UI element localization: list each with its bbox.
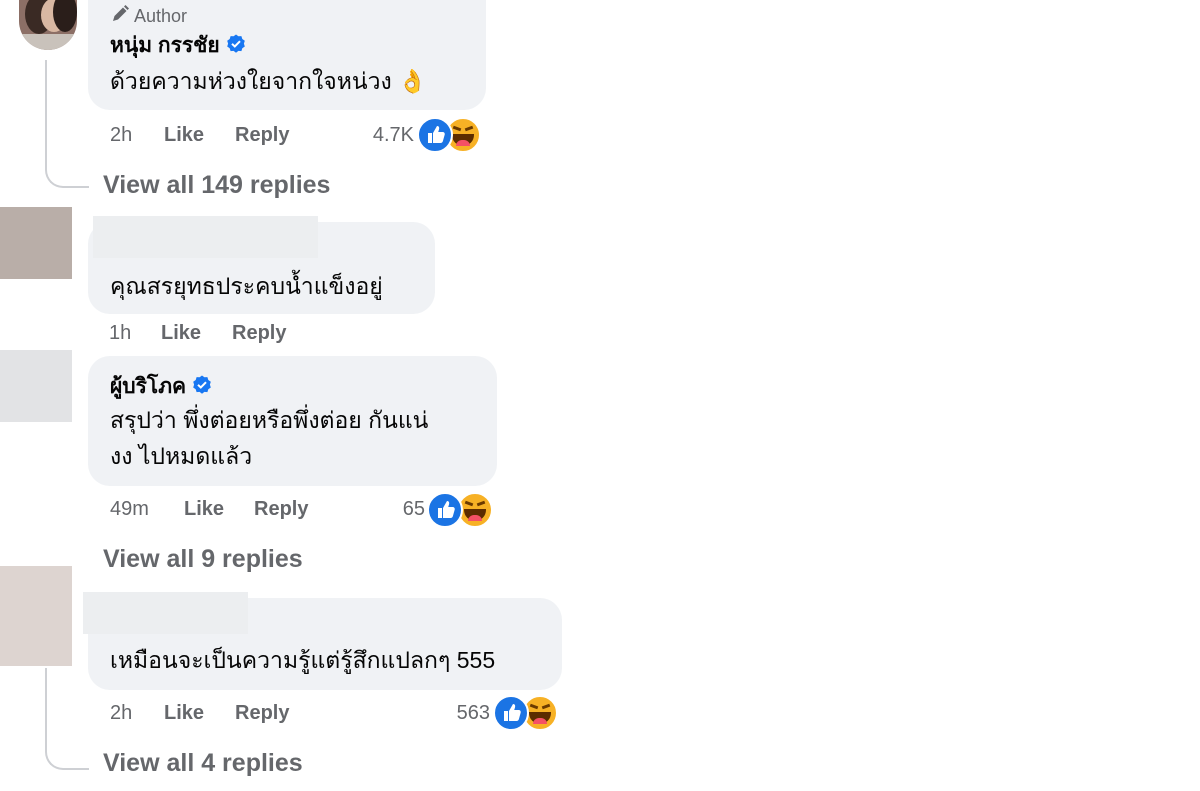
comment-text: เหมือนจะเป็นความรู้แต่รู้สึกแปลกๆ 555 xyxy=(110,647,496,673)
avatar[interactable] xyxy=(0,350,72,422)
comment-time[interactable]: 2h xyxy=(110,702,132,725)
comment-time[interactable]: 1h xyxy=(109,322,131,345)
like-action[interactable]: Like xyxy=(164,702,204,725)
comment-actions: 1h Like Reply xyxy=(109,322,309,348)
reply-thread-line xyxy=(45,60,89,188)
reply-action[interactable]: Reply xyxy=(235,124,289,147)
comment-text-line-2: งง ไปหมดแล้ว xyxy=(110,443,253,469)
comment-actions: 2h Like Reply xyxy=(110,702,310,728)
comment-text: สรุปว่า พึ่งต่อยหรือพึ่งต่อย กันแน่ xyxy=(110,407,429,433)
comment-time[interactable]: 49m xyxy=(110,498,149,521)
comment-actions: 2h Like Reply xyxy=(110,124,310,150)
reaction-count[interactable]: 563 xyxy=(430,702,490,725)
author-badge-label: Author xyxy=(134,6,188,26)
pencil-icon xyxy=(110,4,130,29)
like-action[interactable]: Like xyxy=(164,124,204,147)
like-icon[interactable] xyxy=(417,117,453,153)
comment-bubble: ผู้บริโภค สรุปว่า พึ่งต่อยหรือพึ่งต่อย ก… xyxy=(88,356,497,486)
view-replies-link[interactable]: View all 149 replies xyxy=(103,171,330,200)
reaction-count[interactable]: 4.7K xyxy=(340,124,414,147)
comment-time[interactable]: 2h xyxy=(110,124,132,147)
view-replies-link[interactable]: View all 9 replies xyxy=(103,545,303,574)
comment-bubble: Author หนุ่ม กรรชัย ด้วยความห่วงใยจากใจห… xyxy=(88,0,486,110)
verified-badge-icon xyxy=(193,375,211,394)
comment-text: คุณสรยุทธประคบน้ำแข็งอยู่ xyxy=(110,273,383,299)
like-action[interactable]: Like xyxy=(161,322,201,345)
reply-action[interactable]: Reply xyxy=(235,702,289,725)
avatar[interactable] xyxy=(0,566,72,666)
like-icon[interactable] xyxy=(493,695,529,731)
reply-thread-line xyxy=(45,668,89,770)
comment-actions: 49m Like Reply xyxy=(110,498,330,524)
commenter-name[interactable] xyxy=(83,592,248,634)
like-icon[interactable] xyxy=(427,492,463,528)
comment-bubble: เหมือนจะเป็นความรู้แต่รู้สึกแปลกๆ 555 xyxy=(83,592,562,690)
commenter-name[interactable]: หนุ่ม กรรชัย xyxy=(110,34,220,57)
verified-badge-icon xyxy=(226,34,245,53)
view-replies-link[interactable]: View all 4 replies xyxy=(103,749,303,778)
commenter-name[interactable]: ผู้บริโภค xyxy=(110,375,186,398)
comment-bubble: คุณสรยุทธประคบน้ำแข็งอยู่ xyxy=(88,216,435,314)
reaction-count[interactable]: 65 xyxy=(370,498,425,521)
like-action[interactable]: Like xyxy=(184,498,224,521)
comment-text: ด้วยความห่วงใยจากใจหน่วง 👌 xyxy=(110,68,427,94)
reply-action[interactable]: Reply xyxy=(232,322,286,345)
reply-action[interactable]: Reply xyxy=(254,498,308,521)
avatar[interactable] xyxy=(0,207,72,279)
commenter-name[interactable] xyxy=(93,216,318,258)
author-badge: Author xyxy=(110,4,187,26)
avatar[interactable] xyxy=(19,0,77,50)
